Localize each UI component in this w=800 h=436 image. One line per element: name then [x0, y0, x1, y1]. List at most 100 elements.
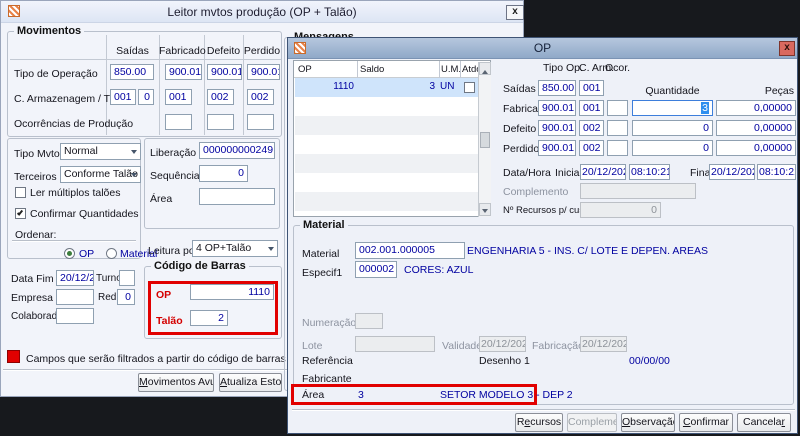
armazenagem-saidas-field[interactable]: 001 [110, 89, 136, 105]
close-icon[interactable]: x [506, 5, 524, 20]
grid-row[interactable] [295, 154, 478, 173]
ocorrencias-fabricado-field[interactable] [165, 114, 192, 130]
op-window-title: OP [533, 41, 552, 55]
terceiros-label: Terceiros [14, 171, 57, 183]
terceiros-select[interactable]: Conforme Talão [60, 166, 141, 183]
liberacao-field[interactable]: 000000000249 [199, 142, 275, 159]
grid-cell-op: 1110 [333, 81, 354, 92]
terceiros-value: Conforme Talão [64, 168, 138, 180]
area-field[interactable] [199, 188, 275, 205]
barcode-talao-field[interactable]: 2 [190, 310, 228, 326]
data-fim-field[interactable]: 20/12/21 [56, 270, 94, 286]
tipo-mvto-select[interactable]: Normal [60, 143, 141, 160]
area-label: Área [150, 193, 173, 205]
scroll-up-icon[interactable] [479, 62, 491, 75]
turno-label: Turno [96, 273, 122, 284]
defeito-pecas-field[interactable]: 0,00000 [716, 120, 796, 136]
numeracao-field [355, 313, 383, 329]
observacao-button[interactable]: Observação [621, 413, 675, 432]
red-field[interactable]: 0 [117, 289, 135, 305]
sequencia-field[interactable]: 0 [199, 165, 248, 182]
inicial-time-field[interactable]: 08:10:21 [629, 164, 670, 180]
ordenar-op-radio[interactable] [64, 248, 75, 259]
tipo-operacao-defeito-field[interactable]: 900.01 [207, 64, 242, 80]
ordenar-op-label[interactable]: OP [79, 248, 94, 260]
defeito-tipo-field[interactable]: 900.01 [538, 120, 576, 136]
red-label: Red. [98, 292, 120, 303]
ler-multiplos-checkbox[interactable] [15, 187, 26, 198]
fabricado-ocor-field[interactable] [607, 100, 628, 116]
fabricado-arm-field[interactable]: 001 [579, 100, 604, 116]
grid-atdo-checkbox[interactable] [464, 82, 475, 93]
fabricado-quantidade-field[interactable]: 3 [632, 100, 713, 116]
data-fim-label: Data Fim [11, 273, 54, 285]
close-icon[interactable]: x [779, 41, 795, 56]
armazenagem-perdido-field[interactable]: 002 [247, 89, 274, 105]
perdido-arm-field[interactable]: 002 [579, 140, 604, 156]
atualiza-estoque-button[interactable]: Atualiza Estoque [219, 373, 282, 392]
armazenagem-fabricado-field[interactable]: 001 [165, 89, 192, 105]
options-group: Tipo Mvto Normal Terceiros Conforme Talã… [7, 138, 157, 260]
tipo-operacao-fabricado-field[interactable]: 900.01 [165, 64, 202, 80]
final-date-field[interactable]: 20/12/2021 [709, 164, 755, 180]
perdido-quantidade-field[interactable]: 0 [632, 140, 713, 156]
armazenagem-defeito-field[interactable]: 002 [207, 89, 234, 105]
confirmar-quantidades-label[interactable]: Confirmar Quantidades [30, 208, 139, 220]
header-divider [10, 59, 281, 60]
turno-field[interactable] [119, 270, 135, 286]
perdido-pecas-field[interactable]: 0,00000 [716, 140, 796, 156]
defeito-ocor-field[interactable] [607, 120, 628, 136]
confirmar-quantidades-checkbox[interactable] [15, 208, 26, 219]
movimentos-avulsos-button[interactable]: Movimentos Avulsos [138, 373, 214, 392]
button-text: bservação [630, 416, 675, 428]
ocorrencias-perdido-field[interactable] [247, 114, 274, 130]
defeito-arm-field[interactable]: 002 [579, 120, 604, 136]
material-description: ENGENHARIA 5 - INS. C/ LOTE E DEPEN. ARE… [467, 245, 708, 257]
grid-header-op[interactable]: OP [298, 64, 312, 75]
saidas-tipo-field[interactable]: 850.00 [538, 80, 576, 96]
complemento-label: Complemento [503, 186, 569, 198]
button-text: tualiza Estoque [227, 376, 282, 388]
tipo-operacao-saidas-field[interactable]: 850.00 [110, 64, 154, 80]
empresa-field[interactable] [56, 289, 94, 305]
cancelar-button[interactable]: Cancelar [737, 413, 791, 432]
op-window-titlebar[interactable]: OP x [288, 38, 797, 59]
grid-header-saldo[interactable]: Saldo [360, 64, 384, 75]
fabricado-pecas-field[interactable]: 0,00000 [716, 100, 796, 116]
ler-multiplos-label[interactable]: Ler múltiplos talões [30, 187, 120, 199]
grid-row[interactable] [295, 192, 478, 211]
row-label-defeito: Defeito [503, 123, 537, 135]
ordenar-material-radio[interactable] [106, 248, 117, 259]
header-tipo-op: Tipo Op. [543, 62, 583, 74]
col-header-defeito: Defeito [206, 45, 241, 57]
ocorrencias-defeito-field[interactable] [207, 114, 234, 130]
check-icon [16, 209, 24, 216]
barcode-op-field[interactable]: 1110 [190, 284, 274, 300]
saidas-arm-field[interactable]: 001 [579, 80, 604, 96]
fabricado-tipo-field[interactable]: 900.01 [538, 100, 576, 116]
colaborador-field[interactable] [56, 308, 94, 324]
especif1-code-field[interactable]: 000002 [355, 261, 397, 278]
recursos-button[interactable]: Recursos [515, 413, 563, 432]
tipo-operacao-perdido-field[interactable]: 900.01 [247, 64, 280, 80]
material-code-field[interactable]: 002.001.000005 [355, 242, 465, 259]
perdido-ocor-field[interactable] [607, 140, 628, 156]
grid-selected-row[interactable]: 1110 3 UN [295, 78, 478, 97]
area-code: 3 [358, 389, 364, 401]
tipo-mvto-label: Tipo Mvto [14, 148, 60, 160]
numeracao-label: Numeração [302, 317, 357, 329]
defeito-quantidade-field[interactable]: 0 [632, 120, 713, 136]
scroll-down-icon[interactable] [479, 203, 491, 216]
leitura-por-select[interactable]: 4 OP+Talão [192, 240, 278, 257]
main-window-titlebar[interactable]: Leitor mvtos produção (OP + Talão) x [1, 1, 524, 23]
grid-row[interactable] [295, 116, 478, 135]
perdido-tipo-field[interactable]: 900.01 [538, 140, 576, 156]
grid-header-um[interactable]: U.M. [441, 64, 461, 75]
grid-scrollbar[interactable] [478, 62, 491, 217]
especif1-label: Especif1 [302, 267, 343, 279]
scrollbar-thumb[interactable] [480, 132, 490, 148]
final-time-field[interactable]: 08:10:21 [757, 164, 796, 180]
confirmar-button[interactable]: Confirmar [679, 413, 733, 432]
armazenagem-saidas-tg-field[interactable]: 0 [138, 89, 154, 105]
inicial-date-field[interactable]: 20/12/2021 [580, 164, 626, 180]
